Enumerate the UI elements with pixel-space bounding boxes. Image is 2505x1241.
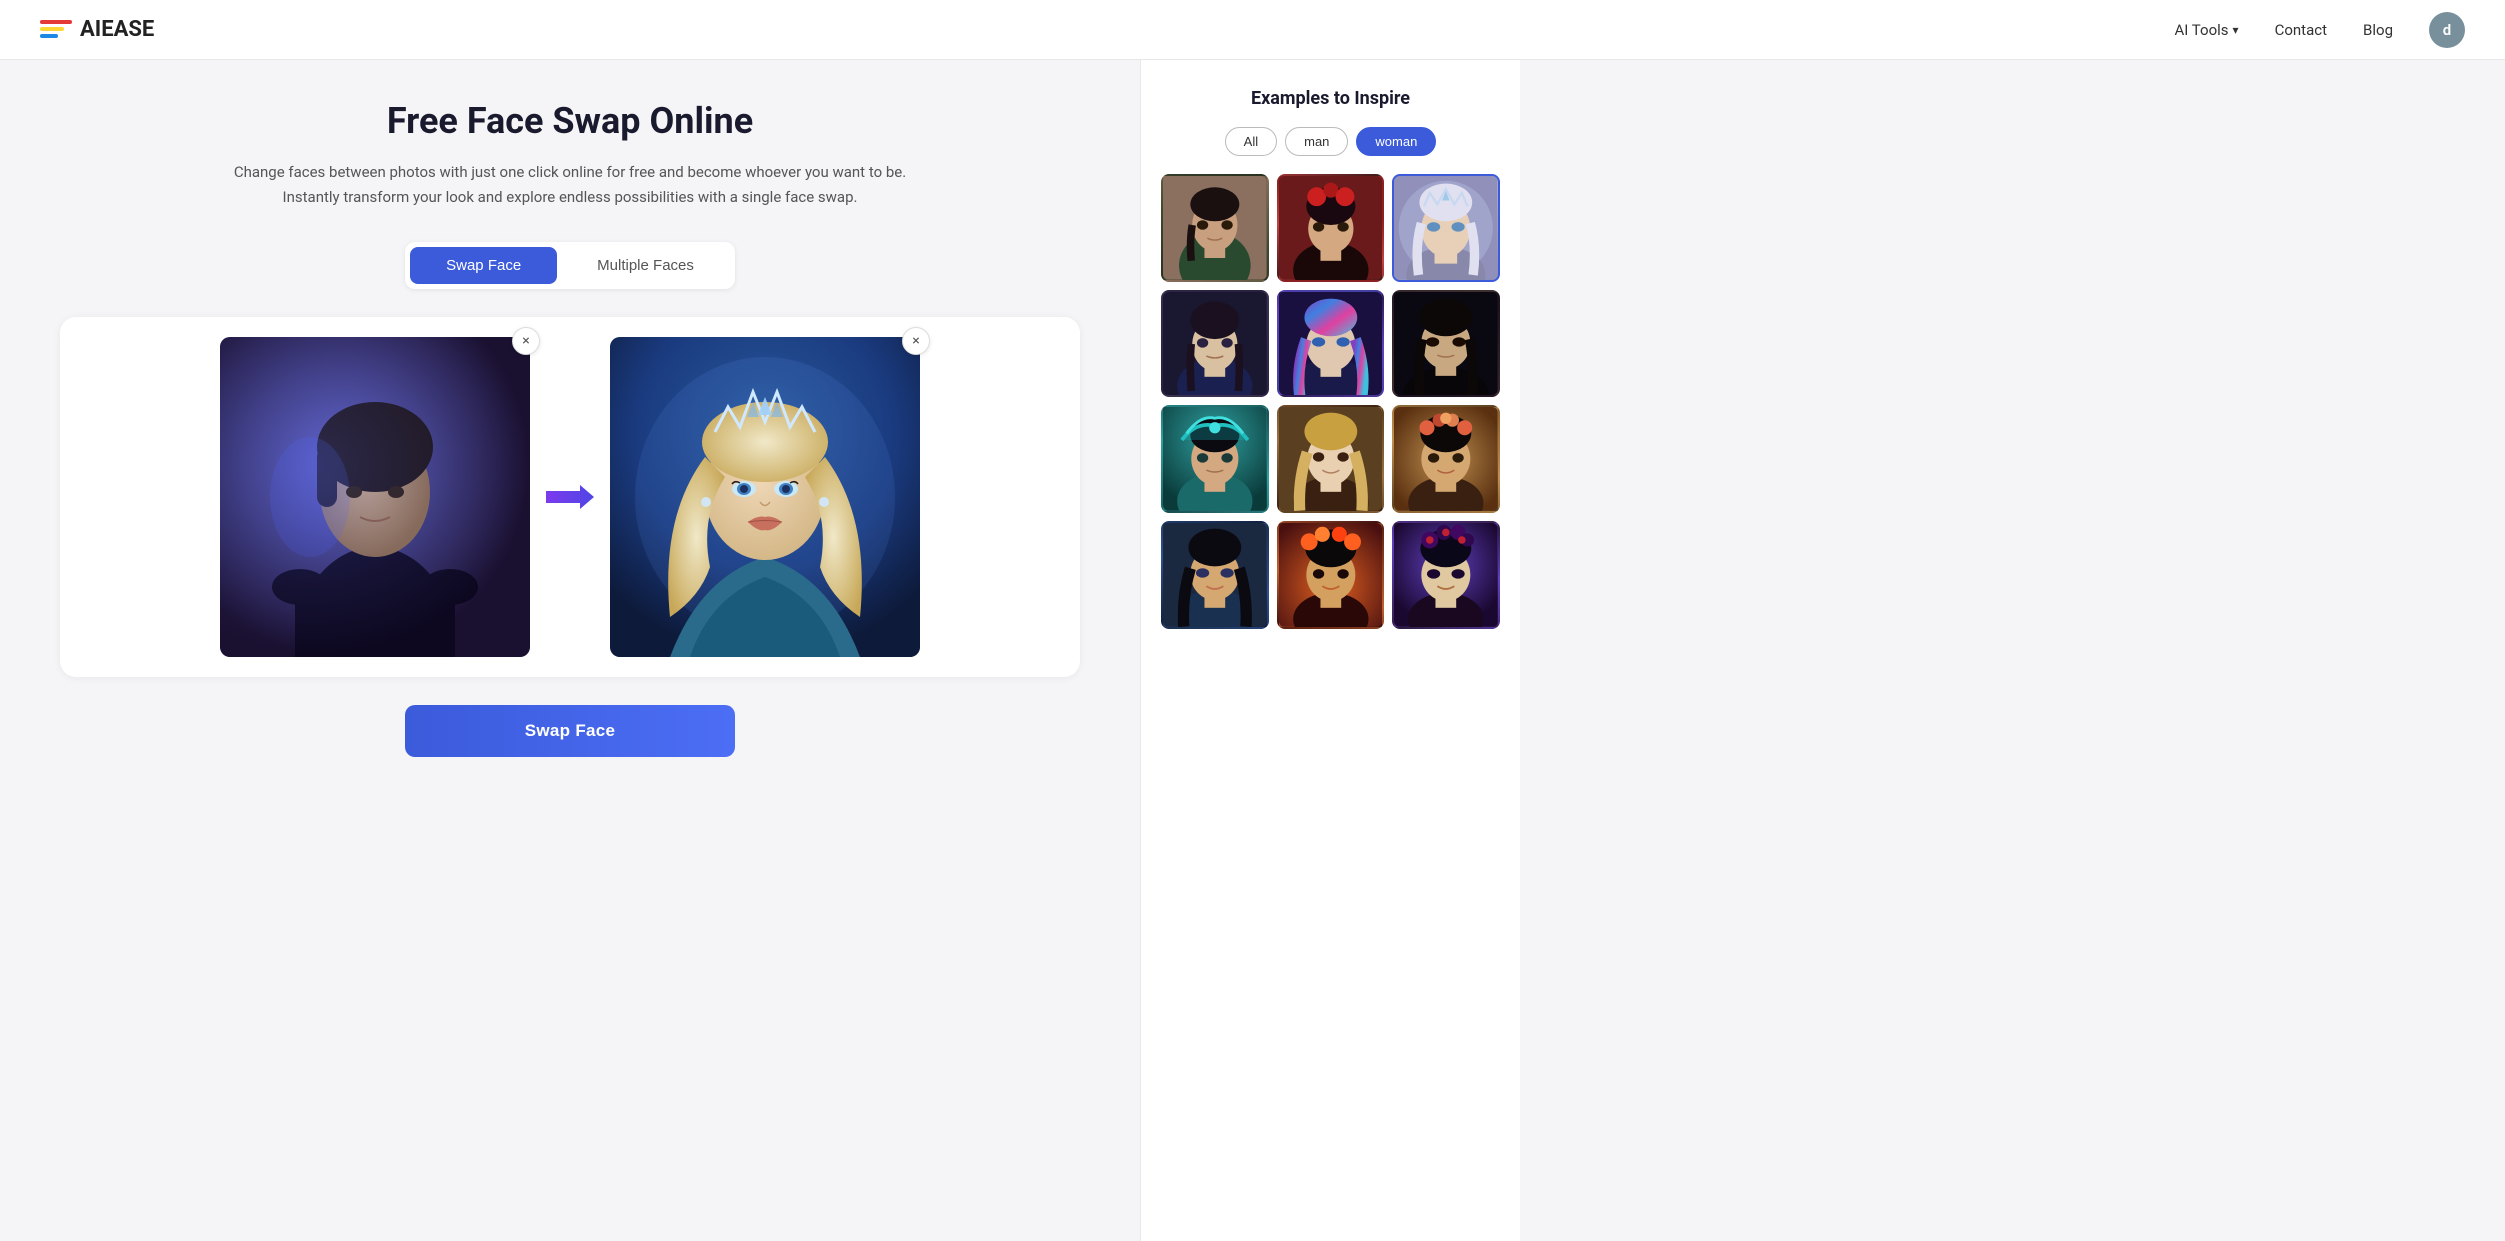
portrait-svg	[1394, 407, 1498, 511]
arrow-connector	[530, 481, 610, 513]
brand-name: AIEASE	[80, 17, 154, 42]
target-image-slot[interactable]: ×	[610, 337, 920, 657]
grid-item[interactable]	[1392, 174, 1500, 282]
grid-item[interactable]	[1392, 521, 1500, 629]
grid-item[interactable]	[1277, 521, 1385, 629]
source-face-svg	[220, 337, 530, 657]
source-image-slot[interactable]: ×	[220, 337, 530, 657]
portrait-svg	[1279, 523, 1383, 627]
navbar: AIEASE AI Tools ▾ Contact Blog d	[0, 0, 2505, 60]
tab-swap-face[interactable]: Swap Face	[410, 247, 557, 284]
sidebar-title: Examples to Inspire	[1161, 88, 1500, 109]
swap-face-button[interactable]: Swap Face	[405, 705, 736, 757]
target-face-svg	[610, 337, 920, 657]
tab-group: Swap Face Multiple Faces	[405, 242, 735, 289]
grid-item[interactable]	[1392, 405, 1500, 513]
target-face-image	[610, 337, 920, 657]
grid-item[interactable]	[1161, 290, 1269, 398]
navbar-nav: AI Tools ▾ Contact Blog d	[2175, 12, 2465, 48]
logo-icon	[40, 20, 72, 40]
image-grid	[1161, 174, 1500, 629]
nav-ai-tools[interactable]: AI Tools ▾	[2175, 21, 2239, 39]
portrait-svg	[1279, 176, 1383, 280]
portrait-svg	[1394, 292, 1498, 396]
grid-item[interactable]	[1161, 174, 1269, 282]
main-content: Free Face Swap Online Change faces betwe…	[0, 60, 1140, 1241]
grid-item[interactable]	[1277, 290, 1385, 398]
portrait-svg	[1394, 176, 1498, 280]
tabs-container: Swap Face Multiple Faces	[60, 242, 1080, 289]
portrait-svg	[1163, 176, 1267, 280]
portrait-svg	[1279, 407, 1383, 511]
logo[interactable]: AIEASE	[40, 17, 154, 42]
portrait-svg	[1279, 292, 1383, 396]
source-close-button[interactable]: ×	[512, 327, 540, 355]
portrait-svg	[1394, 523, 1498, 627]
arrow-icon	[546, 481, 594, 513]
tab-multiple-faces[interactable]: Multiple Faces	[561, 247, 730, 284]
nav-blog[interactable]: Blog	[2363, 21, 2393, 39]
chevron-down-icon: ▾	[2233, 23, 2239, 37]
sidebar: Examples to Inspire All man woman	[1140, 60, 1520, 1241]
swap-area: ×	[60, 317, 1080, 677]
portrait-svg	[1163, 407, 1267, 511]
grid-item[interactable]	[1161, 405, 1269, 513]
grid-item[interactable]	[1277, 405, 1385, 513]
page-subtitle: Change faces between photos with just on…	[210, 160, 930, 210]
portrait-svg	[1163, 292, 1267, 396]
filter-tabs: All man woman	[1161, 127, 1500, 156]
filter-all[interactable]: All	[1225, 127, 1277, 156]
swap-button-container: Swap Face	[60, 705, 1080, 757]
portrait-svg	[1163, 523, 1267, 627]
grid-item[interactable]	[1392, 290, 1500, 398]
filter-man[interactable]: man	[1285, 127, 1348, 156]
grid-item[interactable]	[1161, 521, 1269, 629]
target-close-button[interactable]: ×	[902, 327, 930, 355]
page-layout: Free Face Swap Online Change faces betwe…	[0, 60, 2505, 1241]
nav-contact[interactable]: Contact	[2275, 21, 2327, 39]
user-avatar[interactable]: d	[2429, 12, 2465, 48]
source-face-image	[220, 337, 530, 657]
filter-woman[interactable]: woman	[1356, 127, 1436, 156]
page-title: Free Face Swap Online	[60, 100, 1080, 142]
grid-item[interactable]	[1277, 174, 1385, 282]
